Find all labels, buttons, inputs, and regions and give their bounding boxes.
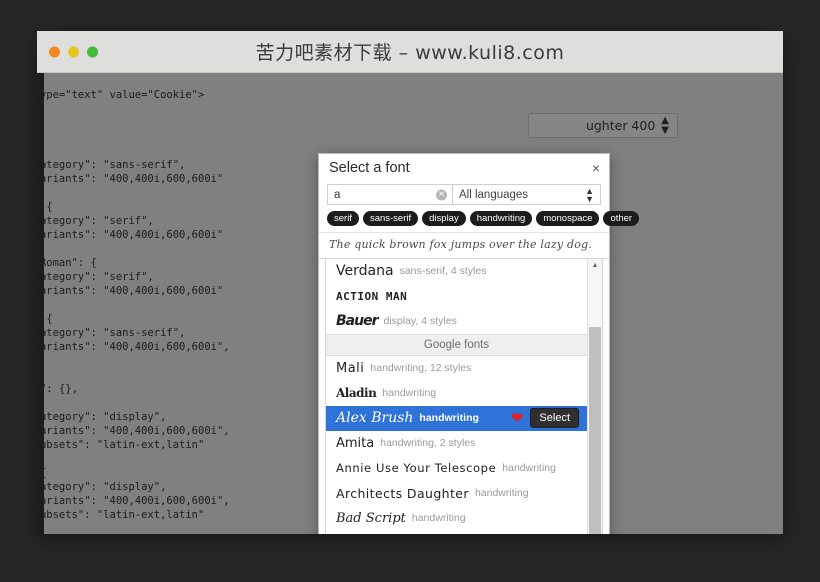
font-name: Alex Brush xyxy=(336,410,413,426)
scrollbar-thumb[interactable] xyxy=(589,327,601,535)
window-titlebar: 苦力吧素材下载 – www.kuli8.com xyxy=(37,31,783,73)
font-meta: handwriting xyxy=(502,462,556,474)
font-size-widget[interactable]: ughter 400 ▲▼ xyxy=(528,113,678,138)
font-list-wrapper: Verdana sans-serif, 4 styles ACTION MAN … xyxy=(325,259,603,535)
scrollbar-track[interactable] xyxy=(588,272,602,535)
font-name: Amita xyxy=(336,436,374,451)
chevron-updown-icon[interactable]: ▲▼ xyxy=(585,187,594,203)
font-meta: handwriting xyxy=(419,412,479,424)
tag-serif[interactable]: serif xyxy=(327,211,359,226)
font-meta: handwriting xyxy=(475,487,529,499)
search-row: a × All languages ▲▼ xyxy=(319,182,609,211)
search-input-value: a xyxy=(328,189,340,201)
list-item[interactable]: Verdana sans-serif, 4 styles xyxy=(326,259,587,284)
tag-monospace[interactable]: monospace xyxy=(536,211,599,226)
language-select-value: All languages xyxy=(459,189,528,201)
list-item-selected[interactable]: Alex Brush handwriting ❤ Select xyxy=(326,406,587,431)
minimize-window-button[interactable] xyxy=(68,46,79,57)
tag-handwriting[interactable]: handwriting xyxy=(470,211,533,226)
preview-pangram: The quick brown fox jumps over the lazy … xyxy=(329,238,599,251)
window-title: 苦力吧素材下载 – www.kuli8.com xyxy=(37,38,783,65)
tag-display[interactable]: display xyxy=(422,211,466,226)
traffic-lights xyxy=(49,46,98,57)
language-select[interactable]: All languages ▲▼ xyxy=(453,184,601,205)
row-actions: ❤ Select xyxy=(511,408,579,428)
font-meta: handwriting, 2 styles xyxy=(380,437,475,449)
code-pane: type="text" value="Cookie"> { [ category… xyxy=(37,73,295,534)
list-item[interactable]: Aladin handwriting xyxy=(326,381,587,406)
clear-search-icon[interactable]: × xyxy=(436,189,447,200)
page-root: 苦力吧素材下载 – www.kuli8.com type="text" valu… xyxy=(0,0,820,582)
font-meta: handwriting, 12 styles xyxy=(370,362,471,374)
list-item[interactable]: Caveat handwriting, 4 styles xyxy=(326,531,587,535)
font-name: Bauer xyxy=(336,313,377,329)
tag-sans-serif[interactable]: sans-serif xyxy=(363,211,418,226)
font-name: Verdana xyxy=(336,263,394,279)
font-name: Bad Script xyxy=(336,511,406,526)
font-list-scrollbar[interactable]: ▲ ▼ xyxy=(587,259,602,535)
font-name: Aladin xyxy=(336,386,376,400)
select-button[interactable]: Select xyxy=(530,408,579,428)
font-name: Mali xyxy=(336,361,364,376)
font-meta: handwriting xyxy=(412,512,466,524)
scroll-up-icon[interactable]: ▲ xyxy=(588,259,602,272)
browser-window: 苦力吧素材下载 – www.kuli8.com type="text" valu… xyxy=(37,31,783,533)
font-meta: sans-serif, 4 styles xyxy=(400,265,487,277)
font-preview-bar: The quick brown fox jumps over the lazy … xyxy=(319,232,609,259)
page-viewport: type="text" value="Cookie"> { [ category… xyxy=(37,73,783,534)
font-size-value: ughter 400 xyxy=(586,118,655,133)
search-input[interactable]: a × xyxy=(327,184,453,205)
local-fonts-section: Verdana sans-serif, 4 styles ACTION MAN … xyxy=(326,259,587,334)
font-meta: display, 4 styles xyxy=(383,315,456,327)
font-meta: handwriting xyxy=(382,387,436,399)
font-name: Architects Daughter xyxy=(336,486,469,501)
font-picker-modal: Select a font × a × All languages ▲▼ xyxy=(318,153,610,534)
modal-title: Select a font xyxy=(329,160,410,176)
zoom-window-button[interactable] xyxy=(87,46,98,57)
list-item[interactable]: Amita handwriting, 2 styles xyxy=(326,431,587,456)
list-item[interactable]: Architects Daughter handwriting xyxy=(326,481,587,506)
list-item[interactable]: ACTION MAN xyxy=(326,284,587,309)
list-item[interactable]: Mali handwriting, 12 styles xyxy=(326,356,587,381)
code-snippet: type="text" value="Cookie"> { [ category… xyxy=(37,88,295,535)
category-tags: serif sans-serif display handwriting mon… xyxy=(319,211,609,232)
stepper-icon[interactable]: ▲▼ xyxy=(661,116,669,136)
close-window-button[interactable] xyxy=(49,46,60,57)
list-item[interactable]: Annie Use Your Telescope handwriting xyxy=(326,456,587,481)
font-name: ACTION MAN xyxy=(336,290,407,303)
tag-other[interactable]: other xyxy=(603,211,639,226)
google-fonts-section-header: Google fonts xyxy=(326,334,587,356)
list-item[interactable]: Bad Script handwriting xyxy=(326,506,587,531)
font-name: Annie Use Your Telescope xyxy=(336,461,496,475)
list-item[interactable]: Bauer display, 4 styles xyxy=(326,309,587,334)
modal-header: Select a font × xyxy=(319,154,609,182)
font-list: Verdana sans-serif, 4 styles ACTION MAN … xyxy=(326,259,587,535)
close-icon[interactable]: × xyxy=(592,161,600,175)
heart-icon[interactable]: ❤ xyxy=(511,410,524,425)
